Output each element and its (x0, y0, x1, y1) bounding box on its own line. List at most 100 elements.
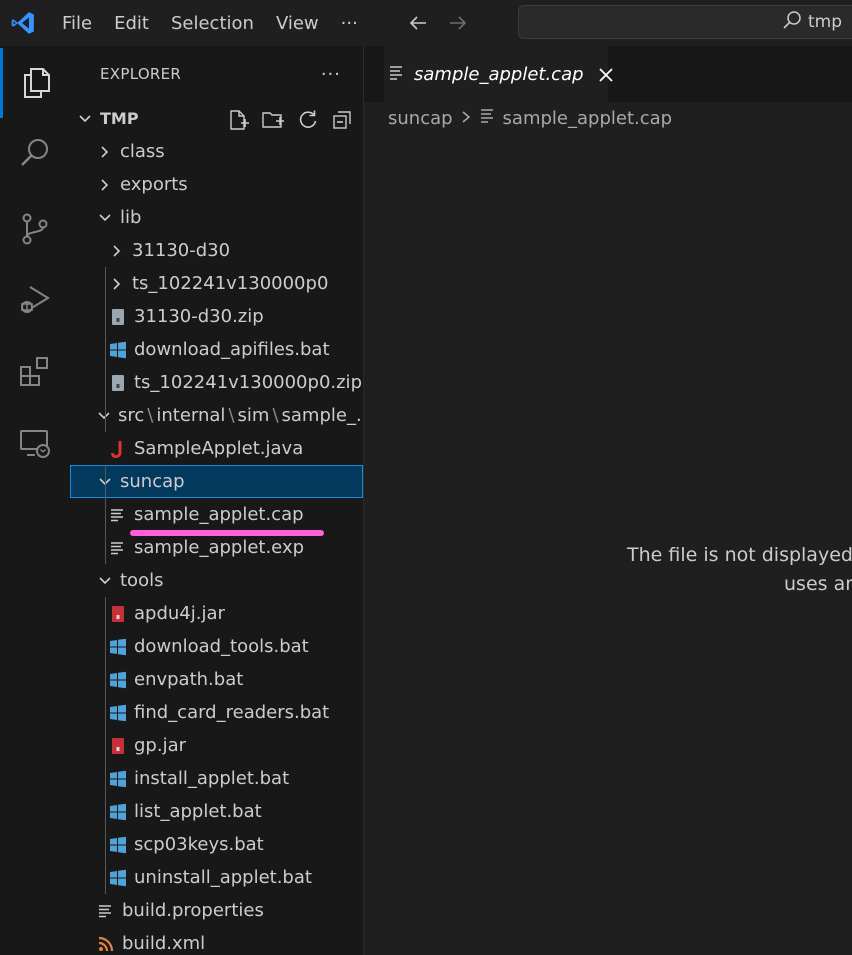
tree-item-label: sample_applet.cap (134, 504, 304, 525)
source-control-icon[interactable] (0, 194, 70, 264)
tree-file[interactable]: uninstall_applet.bat (70, 861, 363, 894)
compact-folder-segment[interactable]: sim (238, 405, 270, 426)
jar-file-icon (108, 604, 128, 624)
chevron-right-icon (96, 176, 114, 194)
forward-arrow-icon[interactable] (445, 10, 471, 36)
run-debug-icon[interactable] (0, 264, 70, 334)
tree-item-label: lib (120, 207, 142, 228)
menu-selection[interactable]: Selection (160, 0, 265, 46)
tree-file[interactable]: list_applet.bat (70, 795, 363, 828)
tree-file[interactable]: apdu4j.jar (70, 597, 363, 630)
windows-bat-icon (108, 802, 128, 822)
tree-file[interactable]: envpath.bat (70, 663, 363, 696)
file-tree: TMP class exports lib 31130-d30 ts_102241v13… (70, 102, 363, 955)
tree-item-label: 31130-d30 (132, 240, 231, 261)
text-file-icon (108, 538, 128, 558)
tree-folder[interactable]: tools (70, 564, 363, 597)
menu-bar: File Edit Selection View ··· (46, 0, 369, 46)
new-folder-icon[interactable] (261, 109, 285, 135)
tree-item-label: apdu4j.jar (134, 603, 225, 624)
tree-folder[interactable]: src\internal\sim\sample_...src\internal\… (70, 399, 363, 432)
search-view-icon[interactable] (0, 118, 70, 188)
windows-bat-icon (108, 769, 128, 789)
text-file-icon (479, 107, 497, 130)
tree-item-label: 31130-d30.zip (134, 306, 264, 327)
search-text: tmp (807, 12, 842, 32)
chevron-right-icon (459, 108, 473, 129)
command-center-search[interactable]: tmp (518, 5, 852, 39)
new-file-icon[interactable] (227, 109, 249, 135)
menu-file[interactable]: File (46, 0, 103, 46)
tree-file[interactable]: build.properties (70, 894, 363, 927)
tree-file[interactable]: SampleApplet.java (70, 432, 363, 465)
tree-item-label: ts_102241v130000p0 (132, 273, 329, 294)
annotation-underline (130, 530, 324, 536)
activity-bar (0, 46, 70, 955)
menu-edit[interactable]: Edit (103, 0, 160, 46)
chevron-down-icon (96, 572, 114, 590)
tree-item-label: class (120, 141, 165, 162)
tree-root-tmp[interactable]: TMP (70, 102, 363, 135)
editor-area: The file is not displayed uses an (364, 134, 852, 955)
indent-guide-lib (105, 267, 106, 432)
tree-folder[interactable]: exports (70, 168, 363, 201)
indent-guide-src (105, 465, 106, 498)
menu-more[interactable]: ··· (330, 0, 369, 46)
binary-file-message-line2: uses an (784, 573, 852, 595)
windows-bat-icon (108, 670, 128, 690)
zip-file-icon (108, 307, 128, 327)
path-separator: \ (272, 405, 279, 426)
tree-folder[interactable]: 31130-d30 (70, 234, 363, 267)
explorer-title: EXPLORER (100, 65, 182, 83)
compact-folder-segment[interactable]: src (118, 405, 144, 426)
breadcrumb-folder[interactable]: suncap (388, 108, 453, 129)
tree-file[interactable]: scp03keys.bat (70, 828, 363, 861)
title-bar: File Edit Selection View ··· tmp (0, 0, 852, 46)
tree-file[interactable]: gp.jar (70, 729, 363, 762)
vscode-logo-icon (0, 0, 46, 46)
tree-file[interactable]: find_card_readers.bat (70, 696, 363, 729)
tree-item-label: uninstall_applet.bat (134, 867, 312, 888)
back-arrow-icon[interactable] (405, 10, 431, 36)
tree-folder[interactable]: lib (70, 201, 363, 234)
tree-file[interactable]: download_apifiles.bat (70, 333, 363, 366)
menu-view[interactable]: View (265, 0, 330, 46)
tree-file[interactable]: 31130-d30.zip (70, 300, 363, 333)
explorer-sidebar: EXPLORER ··· TMP class exports lib 31130-d3… (70, 46, 364, 955)
tree-item-label: install_applet.bat (134, 768, 290, 789)
tree-file[interactable]: build.xml (70, 927, 363, 955)
tree-folder[interactable]: suncap (70, 465, 363, 498)
extensions-icon[interactable] (0, 336, 70, 406)
chevron-down-icon (96, 209, 114, 227)
binary-file-message-line1: The file is not displayed (627, 544, 852, 566)
tree-folder[interactable]: ts_102241v130000p0 (70, 267, 363, 300)
remote-explorer-icon[interactable] (0, 408, 70, 478)
tree-item-label: tools (120, 570, 164, 591)
editor-tabs: sample_applet.cap (364, 46, 852, 102)
tab-sample-applet-cap[interactable]: sample_applet.cap (384, 46, 613, 102)
tree-item-label: ts_102241v130000p0.zip (134, 372, 362, 393)
collapse-all-icon[interactable] (331, 109, 353, 135)
path-separator: \ (228, 405, 235, 426)
windows-bat-icon (108, 868, 128, 888)
search-icon (782, 10, 802, 35)
refresh-icon[interactable] (297, 109, 319, 135)
tree-item-label: list_applet.bat (134, 801, 262, 822)
breadcrumb: suncap sample_applet.cap (388, 102, 672, 134)
compact-folder-segment[interactable]: internal (156, 405, 225, 426)
chevron-right-icon (96, 143, 114, 161)
tree-file[interactable]: download_tools.bat (70, 630, 363, 663)
tree-file[interactable]: ts_102241v130000p0.zip (70, 366, 363, 399)
tree-item-label: build.properties (122, 900, 264, 921)
windows-bat-icon (108, 340, 128, 360)
windows-bat-icon (108, 835, 128, 855)
close-icon[interactable] (598, 65, 614, 85)
breadcrumb-file[interactable]: sample_applet.cap (503, 108, 673, 129)
explorer-icon[interactable] (0, 48, 70, 118)
tree-file[interactable]: sample_applet.cap (70, 498, 363, 531)
text-file-icon (96, 901, 116, 921)
compact-folder-segment[interactable]: sample_... (282, 405, 363, 426)
tree-file[interactable]: install_applet.bat (70, 762, 363, 795)
tree-folder[interactable]: class (70, 135, 363, 168)
explorer-more-actions[interactable]: ··· (321, 64, 341, 85)
